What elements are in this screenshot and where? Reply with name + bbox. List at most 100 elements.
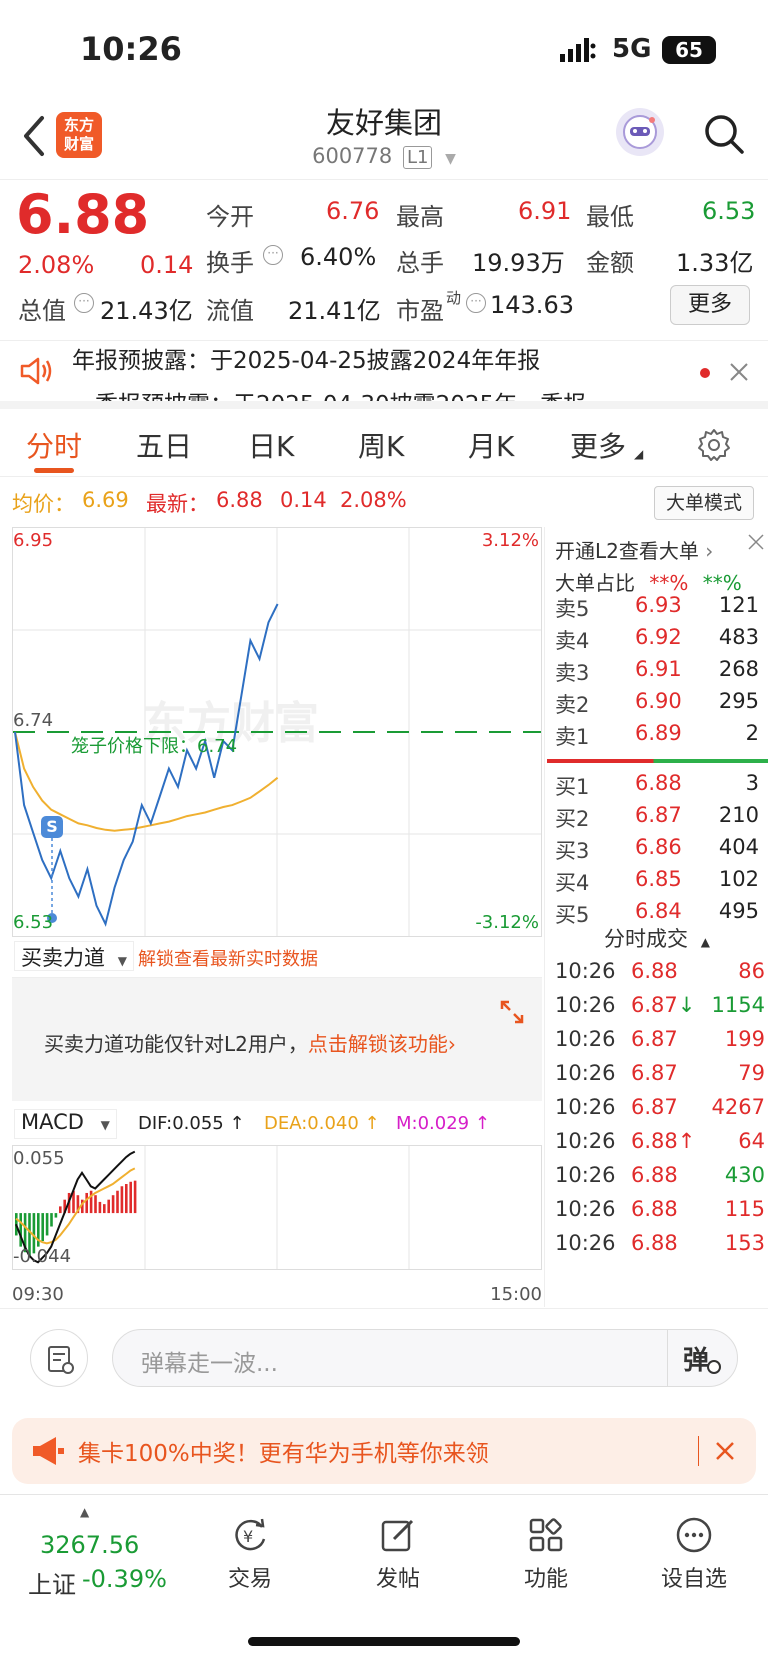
trades-header[interactable]: 分时成交 ▲ [545,923,768,953]
macd-bar [111,1195,115,1214]
macd-bar [50,1213,53,1227]
add-watchlist-button[interactable]: 设自选 [634,1515,754,1593]
macd-chart[interactable]: 0.055 -0.044 [12,1145,542,1270]
more-button[interactable]: 更多 [670,285,750,325]
tab-weekly-k[interactable]: 周K [358,425,404,465]
info-icon[interactable]: ··· [263,245,283,265]
trade-row: 10:26 6.87 199 [555,1027,765,1061]
notice-bar[interactable]: 年报预披露：于2025-04-25披露2024年年报 一季报预披露：于2025-… [0,341,768,409]
top-nav: 东方 财富 友好集团 600778 L1 ▼ [0,100,768,180]
buy-order-row[interactable]: 买3 6.86 404 [555,835,759,867]
y-axis-top: 6.95 [13,530,54,551]
trade-row: 10:26 6.87↓ 1154 [555,993,765,1027]
expand-icon[interactable] [498,998,526,1026]
buysell-selector-label: 买卖力道 [21,946,105,970]
last-price: 6.88 [16,183,150,246]
post-button[interactable]: 发帖 [338,1515,458,1593]
trade-row: 10:26 6.88 430 [555,1163,765,1197]
settings-gear-icon[interactable] [696,427,732,463]
pct-axis-bottom: -3.12% [475,912,539,933]
big-order-buy-pct: **% [649,571,689,595]
tab-monthly-k[interactable]: 月K [468,425,514,465]
buysell-locked-panel: 买卖力道功能仅针对L2用户，点击解锁该功能› [12,977,542,1101]
latest-value: 6.88 [216,488,263,512]
latest-change: 0.14 [280,488,327,512]
buy-order-row[interactable]: 买2 6.87 210 [555,803,759,835]
macd-bar [120,1186,124,1214]
doc-settings-icon[interactable] [30,1329,88,1387]
yuan-refresh-icon: ¥ [235,1518,266,1551]
index-ticker[interactable]: ▲ 3267.56 上证 -0.39% [14,1505,174,1605]
stock-code: 600778 [312,144,393,168]
info-icon[interactable]: ··· [466,293,486,313]
trade-price: 6.88↑ [631,1129,696,1153]
close-icon[interactable] [747,533,765,551]
quote-panel: 6.88 2.08% 0.14 今开 6.76 最高 6.91 最低 6.53 … [0,181,768,341]
sell-order-row[interactable]: 卖5 6.93 121 [555,593,759,625]
macd-selector[interactable]: MACD ▼ [14,1109,117,1139]
trade-button[interactable]: ¥ 交易 [190,1515,310,1593]
price-line [14,603,279,927]
add-watchlist-label: 设自选 [660,1567,727,1592]
functions-button[interactable]: 功能 [486,1515,606,1593]
buy-order-volume: 102 [718,867,759,891]
trade-row: 10:26 6.87 4267 [555,1095,765,1129]
tab-daily-k[interactable]: 日K [248,425,294,465]
big-order-mode-button[interactable]: 大单模式 [654,486,754,520]
danmu-input[interactable]: 弹幕走一波... 弹 [112,1329,738,1387]
danmu-toggle-button[interactable]: 弹 [683,1340,723,1378]
buy-order-row[interactable]: 买4 6.85 102 [555,867,759,899]
macd-selector-label: MACD [21,1110,84,1134]
trade-time: 10:26 [555,1163,616,1187]
buysell-selector[interactable]: 买卖力道 ▼ [14,941,134,971]
change-pct: 2.08% [18,251,95,279]
tab-intraday[interactable]: 分时 [26,425,82,465]
macd-bar [54,1213,58,1218]
buy-order-price: 6.88 [635,771,682,795]
close-icon[interactable] [714,1440,736,1462]
trade-time: 10:26 [555,1129,616,1153]
sell-order-row[interactable]: 卖4 6.92 483 [555,625,759,657]
unlock-realtime-link[interactable]: 解锁查看最新实时数据 [138,945,318,971]
search-icon[interactable] [702,112,746,156]
x-axis-start: 09:30 [12,1284,64,1305]
info-icon[interactable]: ··· [74,293,94,313]
unlock-feature-link[interactable]: 点击解锁该功能 [308,1032,448,1056]
promo-banner[interactable]: 集卡100%中奖！更有华为手机等你来领 [12,1418,756,1484]
sell-order-row[interactable]: 卖2 6.90 295 [555,689,759,721]
trade-price: 6.88 [631,1197,678,1221]
l2-open-link[interactable]: 开通L2查看大单 › [555,535,713,564]
trade-label: 交易 [227,1567,272,1592]
amount-label: 金额 [586,249,634,277]
tab-five-day[interactable]: 五日 [136,425,192,465]
low-value: 6.53 [702,197,756,225]
float-label: 流值 [206,297,254,325]
macd-bar [89,1190,93,1214]
pe-value: 143.63 [490,291,574,319]
index-pct: -0.39% [82,1565,167,1593]
sell-order-row[interactable]: 卖1 6.89 2 [555,721,759,753]
macd-bar [107,1199,110,1214]
high-value: 6.91 [518,197,572,225]
sell-marker-icon[interactable]: S [41,816,63,838]
sell-order-row[interactable]: 卖3 6.91 268 [555,657,759,689]
latest-pct: 2.08% [340,488,407,512]
macd-dea: DEA:0.040 ↑ [264,1113,380,1134]
comment-bar: 弹幕走一波... 弹 [0,1308,768,1408]
buy-order-label: 买4 [555,871,590,895]
buy-order-row[interactable]: 买1 6.88 3 [555,771,759,803]
index-value: 3267.56 [40,1531,140,1559]
intraday-chart[interactable]: 东方财富 S 6.95 6.74 6.53 3.12% -3.12% 笼子价格下… [12,527,542,937]
tab-more[interactable]: 更多 [570,425,626,465]
buy-order-volume: 210 [718,803,759,827]
signal-icon [560,38,596,62]
trade-volume: 4267 [711,1095,765,1119]
sell-order-volume: 2 [745,721,759,745]
trade-row: 10:26 6.87 79 [555,1061,765,1095]
macd-bar [98,1201,102,1214]
post-label: 发帖 [375,1567,420,1592]
close-icon[interactable] [728,361,750,383]
home-indicator [248,1637,520,1646]
chevron-right-icon: › [447,1032,456,1056]
robot-avatar-icon[interactable] [616,108,664,156]
